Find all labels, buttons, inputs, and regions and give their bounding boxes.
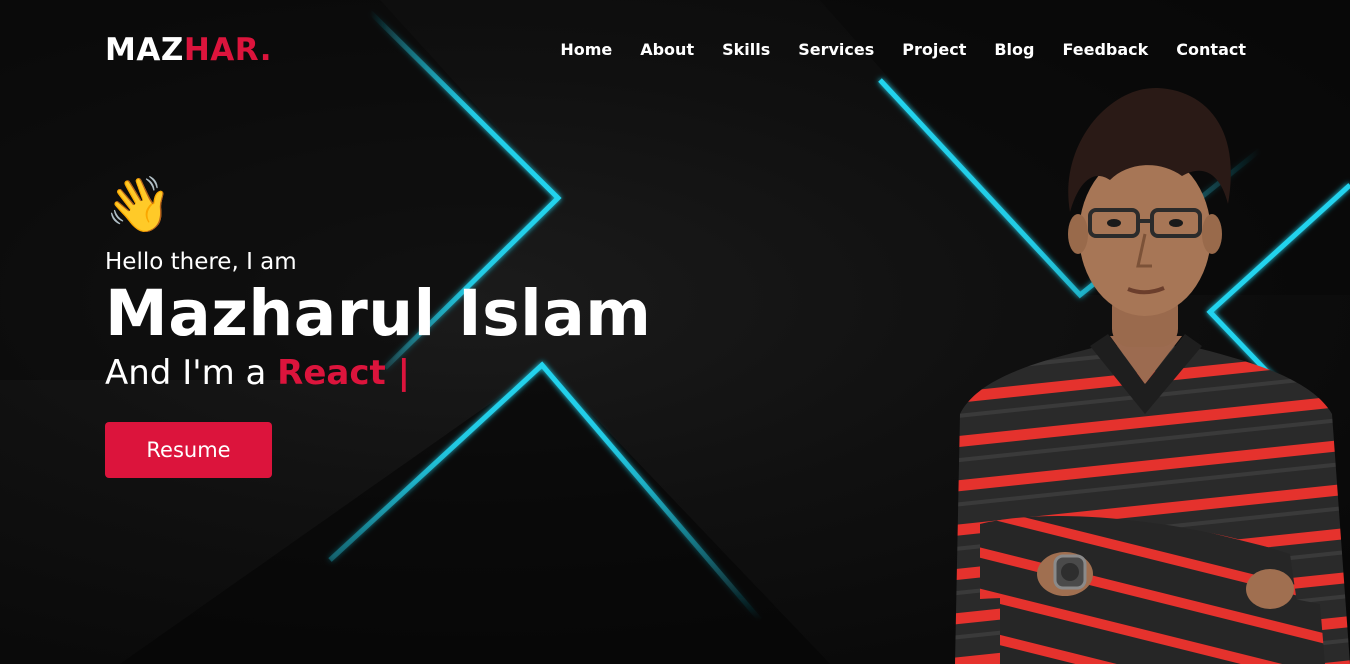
greeting-text: Hello there, I am: [105, 249, 297, 275]
waving-hand-icon: 👋: [105, 173, 173, 236]
hero-name: Mazharul Islam: [105, 277, 652, 350]
role-line: And I'm a React |: [105, 351, 705, 395]
nav-link-contact[interactable]: Contact: [1176, 38, 1246, 62]
role-prefix: And I'm a: [105, 353, 278, 393]
nav-link-blog[interactable]: Blog: [994, 38, 1034, 62]
hero-section: MAZHAR. Home About Skills Services Proje…: [0, 0, 1350, 664]
site-logo[interactable]: MAZHAR.: [105, 31, 272, 69]
resume-button[interactable]: Resume: [105, 422, 272, 478]
nav-link-project[interactable]: Project: [902, 38, 966, 62]
logo-text-accent: HAR.: [183, 32, 272, 68]
profile-photo: [955, 87, 1350, 664]
main-nav: Home About Skills Services Project Blog …: [560, 38, 1246, 62]
nav-link-services[interactable]: Services: [798, 38, 874, 62]
logo-text-white: MAZ: [105, 32, 184, 68]
intro-block: 👋 Hello there, I am Mazharul Islam And I…: [105, 172, 705, 478]
nav-link-about[interactable]: About: [640, 38, 694, 62]
nav-link-home[interactable]: Home: [560, 38, 612, 62]
nav-link-skills[interactable]: Skills: [722, 38, 770, 62]
role-typed-text: React |: [277, 353, 411, 393]
nav-link-feedback[interactable]: Feedback: [1062, 38, 1148, 62]
